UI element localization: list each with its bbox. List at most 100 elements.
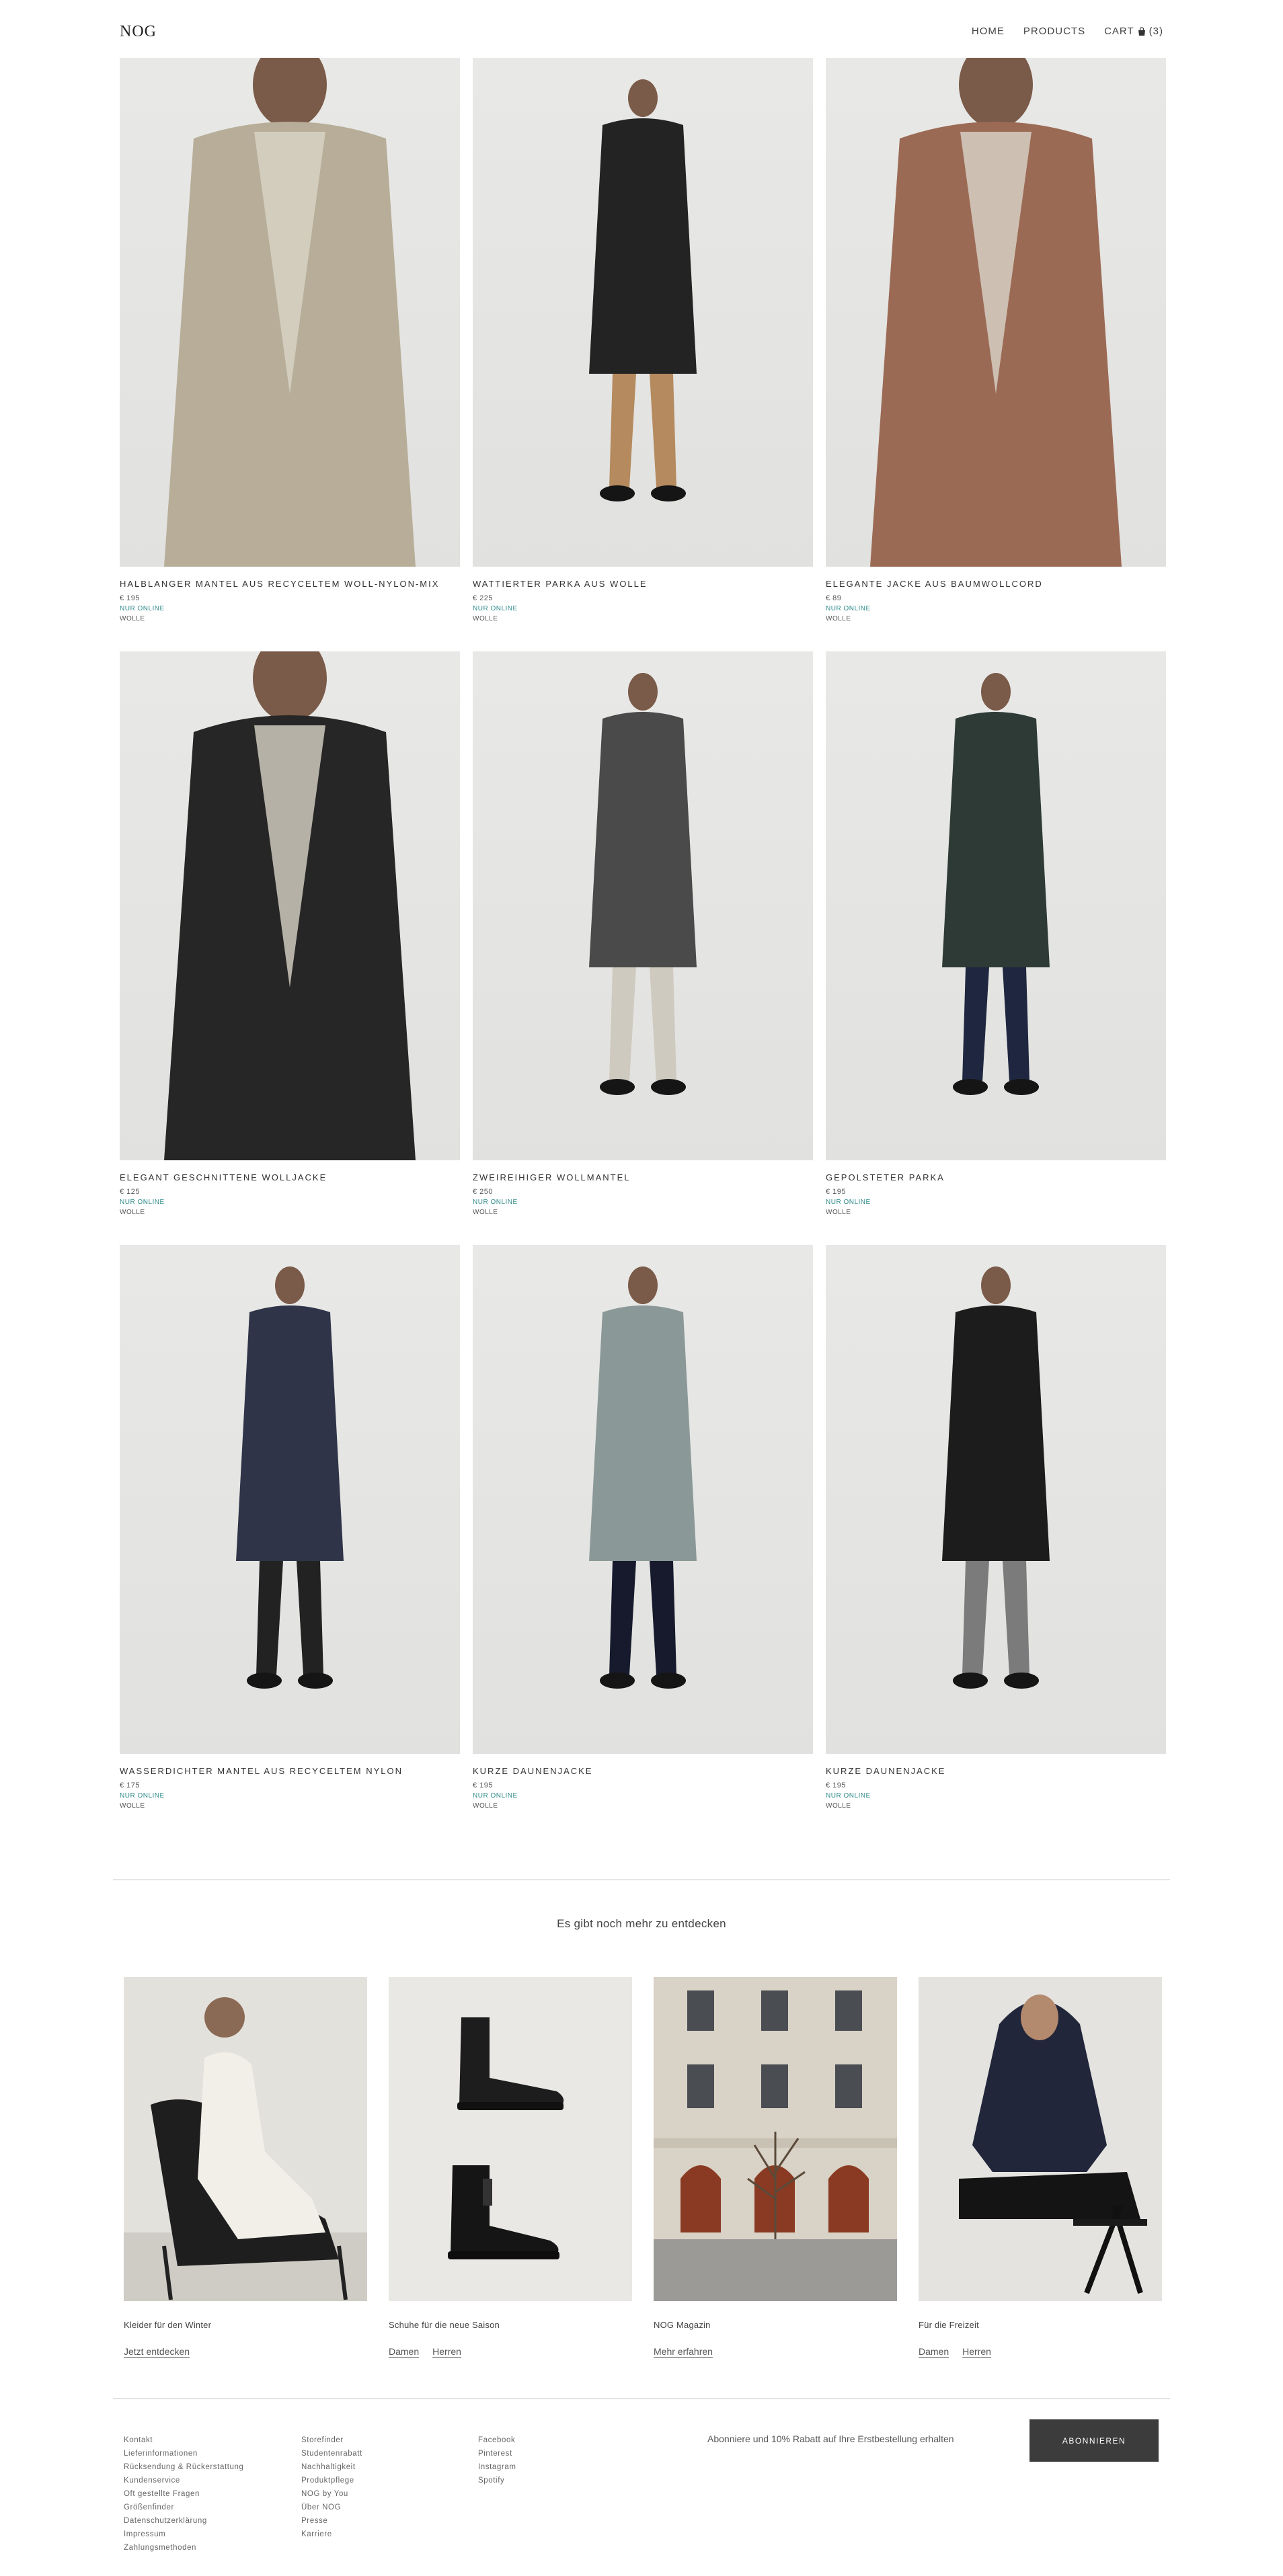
footer-link[interactable]: Storefinder bbox=[301, 2433, 362, 2447]
product-material: WOLLE bbox=[120, 1802, 145, 1810]
nav-home-link[interactable]: HOME bbox=[972, 26, 1005, 37]
footer-col-company: Storefinder Studentenrabatt Nachhaltigke… bbox=[301, 2433, 362, 2541]
discover-link[interactable]: Mehr erfahren bbox=[654, 2346, 713, 2357]
product-name[interactable]: KURZE DAUNENJACKE bbox=[473, 1766, 813, 1776]
discover-link-damen[interactable]: Damen bbox=[389, 2346, 419, 2357]
product-card[interactable]: HALBLANGER MANTEL AUS RECYCELTEM WOLL-NY… bbox=[120, 58, 460, 651]
hoodie-illustration bbox=[919, 1977, 1162, 2301]
product-name[interactable]: KURZE DAUNENJACKE bbox=[826, 1766, 1166, 1776]
footer-link[interactable]: Lieferinformationen bbox=[124, 2447, 244, 2460]
footer-link[interactable]: NOG by You bbox=[301, 2487, 362, 2501]
product-card[interactable]: ELEGANT GESCHNITTENE WOLLJACKE € 125 NUR… bbox=[120, 651, 460, 1245]
footer-link[interactable]: Presse bbox=[301, 2514, 362, 2528]
product-photo[interactable] bbox=[120, 651, 460, 1160]
online-only-badge: NUR ONLINE bbox=[120, 1792, 165, 1800]
footer-link[interactable]: Rücksendung & Rückerstattung bbox=[124, 2460, 244, 2474]
product-card[interactable]: WASSERDICHTER MANTEL AUS RECYCELTEM NYLO… bbox=[120, 1245, 460, 1839]
footer-link[interactable]: Kontakt bbox=[124, 2433, 244, 2447]
discover-label: Schuhe für die neue Saison bbox=[389, 2320, 500, 2330]
building-illustration bbox=[654, 1977, 897, 2301]
subscribe-button[interactable]: ABONNIEREN bbox=[1029, 2419, 1159, 2462]
footer-link[interactable]: Impressum bbox=[124, 2528, 244, 2541]
product-name[interactable]: WATTIERTER PARKA AUS WOLLE bbox=[473, 579, 813, 589]
product-grid: HALBLANGER MANTEL AUS RECYCELTEM WOLL-NY… bbox=[120, 58, 1166, 1839]
cart-link[interactable]: CART (3) bbox=[1104, 26, 1163, 37]
footer-link-instagram[interactable]: Instagram bbox=[478, 2460, 516, 2474]
discover-card: Kleider für den Winter Jetzt entdecken bbox=[124, 1977, 367, 2357]
product-material: WOLLE bbox=[120, 1209, 145, 1216]
product-photo[interactable] bbox=[473, 58, 813, 567]
site-footer: Kontakt Lieferinformationen Rücksendung … bbox=[124, 2419, 1159, 2568]
discover-photo-shoes[interactable] bbox=[389, 1977, 632, 2301]
logo[interactable]: NOG bbox=[120, 23, 157, 41]
product-material: WOLLE bbox=[826, 1209, 851, 1216]
footer-link[interactable]: Größenfinder bbox=[124, 2501, 244, 2514]
footer-link[interactable]: Nachhaltigkeit bbox=[301, 2460, 362, 2474]
discover-link-herren[interactable]: Herren bbox=[432, 2346, 461, 2357]
online-only-badge: NUR ONLINE bbox=[826, 605, 871, 612]
footer-link[interactable]: Studentenrabatt bbox=[301, 2447, 362, 2460]
product-card[interactable]: WATTIERTER PARKA AUS WOLLE € 225 NUR ONL… bbox=[473, 58, 813, 651]
main-nav: HOME PRODUCTS CART (3) bbox=[972, 26, 1163, 37]
model-silhouette bbox=[164, 651, 416, 1160]
footer-link[interactable]: Zahlungsmethoden bbox=[124, 2541, 244, 2554]
product-material: WOLLE bbox=[473, 1209, 498, 1216]
product-photo[interactable] bbox=[120, 1245, 460, 1754]
product-photo[interactable] bbox=[120, 58, 460, 567]
product-card[interactable]: KURZE DAUNENJACKE € 195 NUR ONLINE WOLLE bbox=[826, 1245, 1166, 1839]
footer-link[interactable]: Oft gestellte Fragen bbox=[124, 2487, 244, 2501]
product-name[interactable]: ELEGANTE JACKE AUS BAUMWOLLCORD bbox=[826, 579, 1166, 589]
product-photo[interactable] bbox=[473, 1245, 813, 1754]
model-silhouette bbox=[589, 673, 697, 1095]
product-card[interactable]: KURZE DAUNENJACKE € 195 NUR ONLINE WOLLE bbox=[473, 1245, 813, 1839]
product-photo[interactable] bbox=[826, 58, 1166, 567]
discover-link-herren[interactable]: Herren bbox=[962, 2346, 991, 2357]
product-material: WOLLE bbox=[473, 1802, 498, 1810]
product-price: € 89 bbox=[826, 594, 842, 602]
product-name[interactable]: GEPOLSTETER PARKA bbox=[826, 1172, 1166, 1182]
product-photo[interactable] bbox=[826, 1245, 1166, 1754]
discover-card: Schuhe für die neue Saison Damen Herren bbox=[389, 1977, 632, 2357]
product-price: € 195 bbox=[120, 594, 141, 602]
product-material: WOLLE bbox=[826, 1802, 851, 1810]
discover-label: NOG Magazin bbox=[654, 2320, 711, 2330]
product-name[interactable]: HALBLANGER MANTEL AUS RECYCELTEM WOLL-NY… bbox=[120, 579, 460, 589]
product-material: WOLLE bbox=[473, 615, 498, 622]
product-price: € 225 bbox=[473, 594, 494, 602]
cart-label: CART bbox=[1104, 26, 1134, 37]
product-card[interactable]: GEPOLSTETER PARKA € 195 NUR ONLINE WOLLE bbox=[826, 651, 1166, 1245]
discover-photo-leisure[interactable] bbox=[919, 1977, 1162, 2301]
model-silhouette bbox=[942, 673, 1050, 1095]
footer-link[interactable]: Kundenservice bbox=[124, 2474, 244, 2487]
product-name[interactable]: ELEGANT GESCHNITTENE WOLLJACKE bbox=[120, 1172, 460, 1182]
discover-title: Es gibt noch mehr zu entdecken bbox=[557, 1917, 726, 1930]
discover-photo-winter-dresses[interactable] bbox=[124, 1977, 367, 2301]
product-photo[interactable] bbox=[473, 651, 813, 1160]
online-only-badge: NUR ONLINE bbox=[473, 1792, 518, 1800]
product-photo[interactable] bbox=[826, 651, 1166, 1160]
discover-link[interactable]: Jetzt entdecken bbox=[124, 2346, 190, 2357]
discover-card: NOG Magazin Mehr erfahren bbox=[654, 1977, 897, 2357]
discover-grid: Kleider für den Winter Jetzt entdecken S… bbox=[124, 1977, 1162, 2357]
online-only-badge: NUR ONLINE bbox=[120, 1199, 165, 1206]
footer-col-service: Kontakt Lieferinformationen Rücksendung … bbox=[124, 2433, 244, 2554]
discover-link-damen[interactable]: Damen bbox=[919, 2346, 949, 2357]
product-card[interactable]: ELEGANTE JACKE AUS BAUMWOLLCORD € 89 NUR… bbox=[826, 58, 1166, 651]
product-name[interactable]: WASSERDICHTER MANTEL AUS RECYCELTEM NYLO… bbox=[120, 1766, 460, 1776]
footer-link[interactable]: Produktpflege bbox=[301, 2474, 362, 2487]
product-name[interactable]: ZWEIREIHIGER WOLLMANTEL bbox=[473, 1172, 813, 1182]
footer-link-facebook[interactable]: Facebook bbox=[478, 2433, 516, 2447]
footer-link[interactable]: Karriere bbox=[301, 2528, 362, 2541]
site-header: NOG HOME PRODUCTS CART (3) bbox=[0, 0, 1283, 58]
shopping-bag-icon bbox=[1137, 26, 1146, 36]
online-only-badge: NUR ONLINE bbox=[826, 1199, 871, 1206]
footer-link-spotify[interactable]: Spotify bbox=[478, 2474, 516, 2487]
discover-label: Kleider für den Winter bbox=[124, 2320, 212, 2330]
nav-products-link[interactable]: PRODUCTS bbox=[1023, 26, 1085, 37]
footer-link[interactable]: Über NOG bbox=[301, 2501, 362, 2514]
product-card[interactable]: ZWEIREIHIGER WOLLMANTEL € 250 NUR ONLINE… bbox=[473, 651, 813, 1245]
discover-photo-magazine[interactable] bbox=[654, 1977, 897, 2301]
footer-link[interactable]: Datenschutzerklärung bbox=[124, 2514, 244, 2528]
product-material: WOLLE bbox=[826, 615, 851, 622]
footer-link-pinterest[interactable]: Pinterest bbox=[478, 2447, 516, 2460]
